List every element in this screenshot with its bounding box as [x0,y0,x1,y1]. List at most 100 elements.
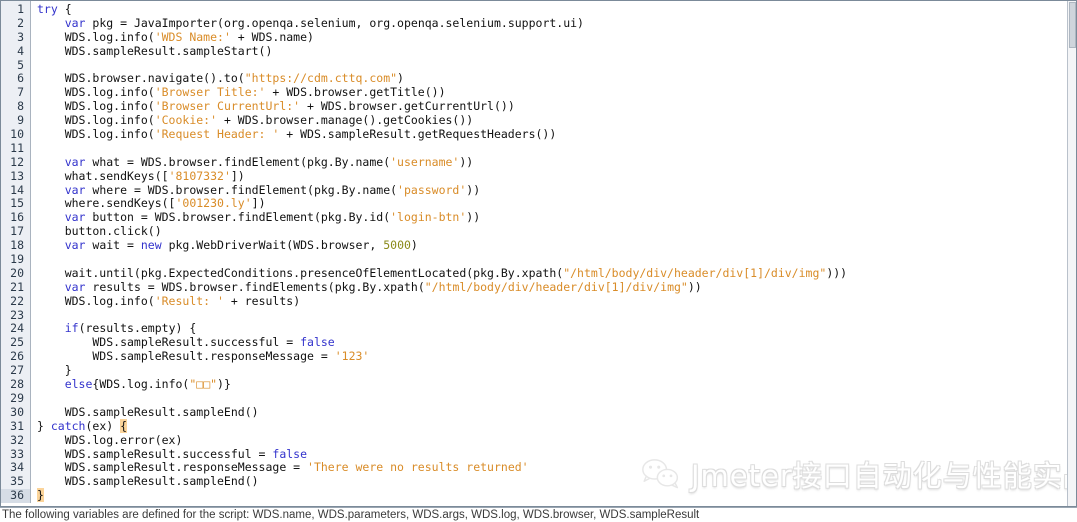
code-token-brk: } [37,488,44,503]
code-line[interactable] [37,392,1076,406]
code-line[interactable]: var pkg = JavaImporter(org.openqa.seleni… [37,16,1076,31]
code-token-brk: { [120,418,128,433]
line-number: 36 [1,488,30,504]
code-line[interactable]: } [37,363,1076,378]
line-number: 3 [17,29,24,44]
code-line[interactable]: WDS.log.info('Cookie:' + WDS.browser.man… [37,113,1076,128]
scrollbar-thumb[interactable] [1069,2,1076,48]
code-line[interactable]: var what = WDS.browser.findElement(pkg.B… [37,154,1076,170]
code-line[interactable]: button.click() [37,224,1076,239]
code-token-plain: WDS.log.info( [37,99,155,114]
line-number: 15 [10,196,24,211]
code-line[interactable]: WDS.log.error(ex) [37,432,1076,448]
code-line[interactable]: if(results.empty) { [37,322,1076,336]
line-number: 1 [17,2,24,16]
line-number: 17 [10,224,24,239]
code-token-plain: ) [410,238,418,253]
line-number: 5 [17,57,24,72]
code-line[interactable] [37,142,1076,156]
code-line[interactable]: else{WDS.log.info("□□")} [37,377,1076,392]
line-number: 24 [10,321,24,336]
code-token-kw: false [272,446,308,461]
code-line[interactable]: var wait = new pkg.WebDriverWait(WDS.bro… [37,238,1076,253]
line-number: 6 [17,71,24,86]
code-token-plain: (ex) [85,418,121,433]
line-number: 34 [10,460,24,475]
code-line[interactable] [37,59,1076,73]
line-number: 19 [10,252,24,267]
code-token-str: 'WDS Name:' [154,29,231,44]
line-number: 28 [10,377,24,392]
code-token-plain: button = WDS.browser.findElement(pkg.By.… [85,210,391,225]
code-token-plain: + WDS.browser.manage().getCookies()) [217,113,474,128]
code-token-plain: )) [466,210,481,225]
code-line[interactable]: } [37,488,1076,503]
code-token-plain: what = WDS.browser.findElement(pkg.By.na… [85,154,391,169]
code-token-kw: var [64,182,86,197]
code-token-plain: ))) [826,265,848,280]
code-line[interactable]: WDS.log.info('Browser CurrentUrl:' + WDS… [37,99,1076,114]
line-number: 32 [10,432,24,447]
code-line[interactable]: var button = WDS.browser.findElement(pkg… [37,210,1076,225]
code-line[interactable]: try { [37,2,1076,17]
code-line[interactable]: wait.until(pkg.ExpectedConditions.presen… [37,265,1076,281]
code-line[interactable]: WDS.sampleResult.responseMessage = '123' [37,349,1076,364]
code-token-plain: pkg.WebDriverWait(WDS.browser, [161,238,384,253]
code-line[interactable]: WDS.sampleResult.sampleEnd() [37,474,1076,489]
code-token-plain: {WDS.log.info( [92,377,190,392]
code-line[interactable]: var where = WDS.browser.findElement(pkg.… [37,182,1076,198]
line-number: 10 [10,127,24,142]
code-line[interactable]: WDS.sampleResult.sampleStart() [37,43,1076,59]
code-token-plain: WDS.sampleResult.sampleEnd() [37,474,259,489]
line-number: 22 [10,293,24,308]
code-text-area[interactable]: try { var pkg = JavaImporter(org.openqa.… [31,1,1076,503]
code-token-plain: } [37,363,72,378]
code-token-kw: if [64,321,79,336]
code-token-plain: WDS.log.info( [37,85,155,100]
code-line[interactable]: WDS.log.info('Browser Title:' + WDS.brow… [37,85,1076,100]
code-token-plain: wait.until(pkg.ExpectedConditions.presen… [37,265,564,280]
code-line[interactable]: where.sendKeys(['001230.ly']) [37,197,1076,211]
code-token-plain: wait = [85,238,141,253]
code-line[interactable] [37,309,1076,323]
code-line[interactable]: } catch(ex) { [37,418,1076,434]
line-number: 31 [10,418,24,433]
line-number: 11 [10,140,24,155]
line-number: 30 [10,404,24,419]
code-token-str: 'There were no results returned' [307,460,529,475]
code-token-plain: WDS.sampleResult.successful = [37,335,301,350]
code-token-plain: + WDS.browser.getCurrentUrl()) [300,99,515,114]
code-token-str: '8107332' [168,168,231,183]
code-token-plain: button.click() [37,224,162,239]
code-token-plain: + results) [223,293,301,308]
line-number: 4 [17,43,24,58]
code-line[interactable] [37,253,1076,267]
line-number: 7 [17,85,24,100]
code-line[interactable]: WDS.log.info('WDS Name:' + WDS.name) [37,29,1076,45]
line-number: 2 [17,15,24,30]
code-line[interactable]: WDS.sampleResult.sampleEnd() [37,405,1076,420]
code-line[interactable]: WDS.sampleResult.responseMessage = 'Ther… [37,460,1076,475]
code-line[interactable]: var results = WDS.browser.findElements(p… [37,280,1076,295]
code-token-plain: WDS.log.error(ex) [37,432,183,447]
code-token-kw: false [300,335,335,350]
code-token-str: 'Browser CurrentUrl:' [154,99,301,114]
code-line[interactable]: WDS.sampleResult.successful = false [37,335,1076,350]
code-line[interactable]: WDS.log.info('Result: ' + results) [37,293,1076,309]
vertical-scrollbar[interactable] [1067,1,1076,506]
code-line[interactable]: what.sendKeys(['8107332']) [37,168,1076,184]
code-line[interactable]: WDS.log.info('Request Header: ' + WDS.sa… [37,127,1076,142]
code-token-plain: WDS.sampleResult.sampleStart() [37,43,273,58]
code-token-str: '001230.ly' [175,196,252,211]
code-token-str: 'username' [390,154,460,169]
line-number: 21 [10,279,24,294]
line-number: 14 [10,182,24,197]
code-token-plain: what.sendKeys([ [37,168,169,183]
code-line[interactable]: WDS.sampleResult.successful = false [37,446,1076,462]
code-line[interactable]: WDS.browser.navigate().to("https://cdm.c… [37,72,1076,86]
code-editor[interactable]: 1 2 3 4 5 6 7 8 9 10 11 12 13 14 15 16 17 18 19 20 21 22 23 24 2… [1,1,1076,506]
